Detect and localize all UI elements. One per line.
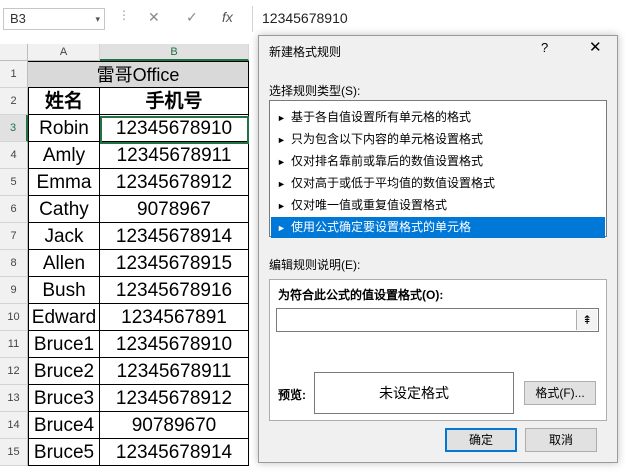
ok-button[interactable]: 确定 xyxy=(445,428,517,452)
formula-label: 为符合此公式的值设置格式(O): xyxy=(278,288,444,302)
drag-handle-icon[interactable]: ⋮ xyxy=(118,8,131,22)
formula-input[interactable]: 12345678910 xyxy=(262,10,348,26)
preview-box: 未设定格式 xyxy=(314,372,514,414)
rule-type-item[interactable]: ► 只为包含以下内容的单元格设置格式 xyxy=(271,129,605,150)
name-box-value: B3 xyxy=(10,11,26,26)
row-header[interactable]: 9 xyxy=(0,277,28,304)
row-header[interactable]: 5 xyxy=(0,169,28,196)
rule-description-panel: 为符合此公式的值设置格式(O): ⇞ 预览: 未设定格式 格式(F)... xyxy=(269,279,607,421)
name-cell[interactable]: Bruce2 xyxy=(28,358,100,385)
row-header[interactable]: 14 xyxy=(0,412,28,439)
row-header[interactable]: 7 xyxy=(0,223,28,250)
name-cell[interactable]: Bruce4 xyxy=(28,412,100,439)
name-cell[interactable]: Amly xyxy=(28,142,100,169)
row-header[interactable]: 8 xyxy=(0,250,28,277)
triangle-right-icon: ► xyxy=(277,179,286,189)
phone-cell[interactable]: 12345678915 xyxy=(100,250,249,277)
triangle-right-icon: ► xyxy=(277,135,286,145)
new-format-rule-dialog: 新建格式规则 ? ✕ 选择规则类型(S): ► 基于各自值设置所有单元格的格式 ► 只… xyxy=(258,35,618,463)
row-header[interactable]: 10 xyxy=(0,304,28,331)
phone-cell[interactable]: 12345678916 xyxy=(100,277,249,304)
row-header[interactable]: 13 xyxy=(0,385,28,412)
name-cell[interactable]: Bruce5 xyxy=(28,439,100,466)
triangle-right-icon: ► xyxy=(277,113,286,123)
rule-type-label: 选择规则类型(S): xyxy=(269,84,361,98)
rule-type-label-text: 基于各自值设置所有单元格的格式 xyxy=(291,110,472,124)
rule-type-label-text: 仅对唯一值或重复值设置格式 xyxy=(291,198,448,212)
preview-text: 未设定格式 xyxy=(379,385,449,401)
phone-cell[interactable]: 12345678912 xyxy=(100,385,249,412)
cancel-icon[interactable]: ✕ xyxy=(148,9,160,26)
triangle-right-icon: ► xyxy=(277,157,286,167)
phone-cell[interactable]: 9078967 xyxy=(100,196,249,223)
name-cell[interactable]: Edward xyxy=(28,304,100,331)
rule-type-label-text: 只为包含以下内容的单元格设置格式 xyxy=(291,132,484,146)
name-cell[interactable]: Bush xyxy=(28,277,100,304)
column-header-b[interactable]: B xyxy=(100,44,249,61)
name-cell[interactable]: Bruce1 xyxy=(28,331,100,358)
rule-type-label-text: 使用公式确定要设置格式的单元格 xyxy=(291,220,472,234)
select-all-corner[interactable] xyxy=(0,44,28,61)
name-cell[interactable]: Bruce3 xyxy=(28,385,100,412)
rule-type-list[interactable]: ► 基于各自值设置所有单元格的格式 ► 只为包含以下内容的单元格设置格式 ► 仅对排名靠前… xyxy=(269,100,607,238)
close-icon[interactable]: ✕ xyxy=(589,38,602,56)
row-header[interactable]: 6 xyxy=(0,196,28,223)
header-name-cell[interactable]: 姓名 xyxy=(28,88,100,115)
phone-cell[interactable]: 1234567891 xyxy=(100,304,249,331)
phone-cell[interactable]: 12345678914 xyxy=(100,439,249,466)
enter-icon[interactable]: ✓ xyxy=(186,9,198,26)
insert-function-icon[interactable]: fx xyxy=(222,9,233,25)
rule-type-item[interactable]: ► 仅对唯一值或重复值设置格式 xyxy=(271,195,605,216)
phone-cell[interactable]: 12345678912 xyxy=(100,169,249,196)
formula-bar: B3 ▾ ⋮ ✕ ✓ fx 12345678910 xyxy=(0,0,626,40)
row-header[interactable]: 4 xyxy=(0,142,28,169)
format-button[interactable]: 格式(F)... xyxy=(524,381,596,405)
rule-type-item[interactable]: ► 仅对高于或低于平均值的数值设置格式 xyxy=(271,173,605,194)
name-cell[interactable]: Allen xyxy=(28,250,100,277)
row-header[interactable]: 11 xyxy=(0,331,28,358)
rule-type-item[interactable]: ► 基于各自值设置所有单元格的格式 xyxy=(271,107,605,128)
row-header[interactable]: 15 xyxy=(0,439,28,466)
phone-cell[interactable]: 12345678910 xyxy=(100,331,249,358)
name-cell[interactable]: Emma xyxy=(28,169,100,196)
triangle-right-icon: ► xyxy=(277,201,286,211)
sheet-title-cell[interactable]: 雷哥Office xyxy=(28,61,249,88)
dialog-title: 新建格式规则 xyxy=(269,45,342,59)
phone-cell[interactable]: 12345678914 xyxy=(100,223,249,250)
rule-type-item[interactable]: ► 使用公式确定要设置格式的单元格 xyxy=(271,217,605,238)
chevron-down-icon[interactable]: ▾ xyxy=(95,9,100,29)
preview-label: 预览: xyxy=(278,388,306,402)
name-cell[interactable]: Jack xyxy=(28,223,100,250)
triangle-right-icon: ► xyxy=(277,223,286,233)
name-cell[interactable]: Cathy xyxy=(28,196,100,223)
rule-type-item[interactable]: ► 仅对排名靠前或靠后的数值设置格式 xyxy=(271,151,605,172)
phone-cell[interactable]: 90789670 xyxy=(100,412,249,439)
rule-type-label-text: 仅对排名靠前或靠后的数值设置格式 xyxy=(291,154,484,168)
name-box[interactable]: B3 ▾ xyxy=(3,8,105,30)
row-header[interactable]: 12 xyxy=(0,358,28,385)
formula-separator xyxy=(252,6,253,32)
column-header-a[interactable]: A xyxy=(28,44,100,61)
name-cell[interactable]: Robin xyxy=(28,115,100,142)
row-header[interactable]: 3 xyxy=(0,115,28,142)
rule-type-label-text: 仅对高于或低于平均值的数值设置格式 xyxy=(291,176,496,190)
formula-field[interactable]: ⇞ xyxy=(276,308,599,332)
phone-cell[interactable]: 12345678910 xyxy=(100,115,249,142)
phone-cell[interactable]: 12345678911 xyxy=(100,358,249,385)
row-header[interactable]: 2 xyxy=(0,88,28,115)
help-icon[interactable]: ? xyxy=(541,40,548,55)
header-phone-cell[interactable]: 手机号 xyxy=(100,88,249,115)
cancel-button[interactable]: 取消 xyxy=(525,428,597,452)
edit-description-label: 编辑规则说明(E): xyxy=(269,258,361,272)
phone-cell[interactable]: 12345678911 xyxy=(100,142,249,169)
range-picker-icon[interactable]: ⇞ xyxy=(576,310,597,330)
row-header[interactable]: 1 xyxy=(0,61,28,88)
